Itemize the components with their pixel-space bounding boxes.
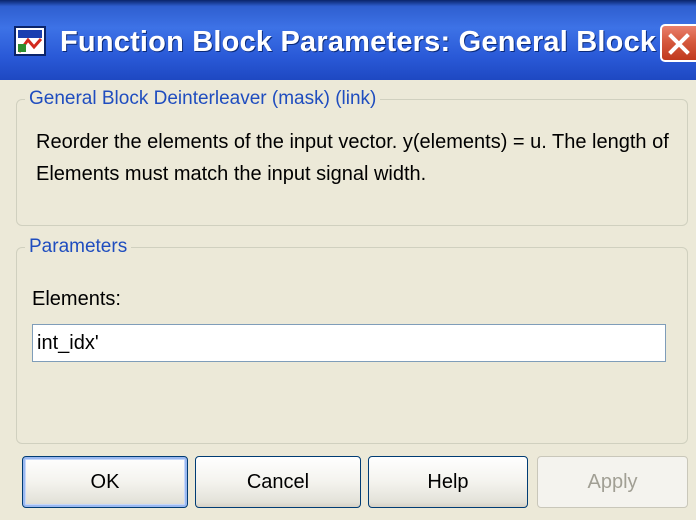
description-legend: General Block Deinterleaver (mask) (link… — [29, 88, 377, 109]
close-button[interactable] — [660, 24, 696, 62]
description-text: Reorder the elements of the input vector… — [36, 131, 669, 185]
window-title: Function Block Parameters: General Block… — [60, 26, 696, 58]
help-button[interactable]: Help — [368, 456, 528, 508]
ok-button[interactable]: OK — [22, 456, 188, 508]
cancel-button[interactable]: Cancel — [195, 456, 361, 508]
dialog-window: Function Block Parameters: General Block… — [0, 0, 696, 520]
simulink-block-icon — [14, 26, 46, 56]
elements-label: Elements: — [32, 288, 121, 310]
close-icon — [668, 33, 690, 55]
title-bar[interactable]: Function Block Parameters: General Block… — [0, 0, 696, 80]
parameters-legend: Parameters — [29, 236, 128, 257]
elements-input[interactable] — [32, 324, 666, 362]
apply-button: Apply — [537, 456, 688, 508]
